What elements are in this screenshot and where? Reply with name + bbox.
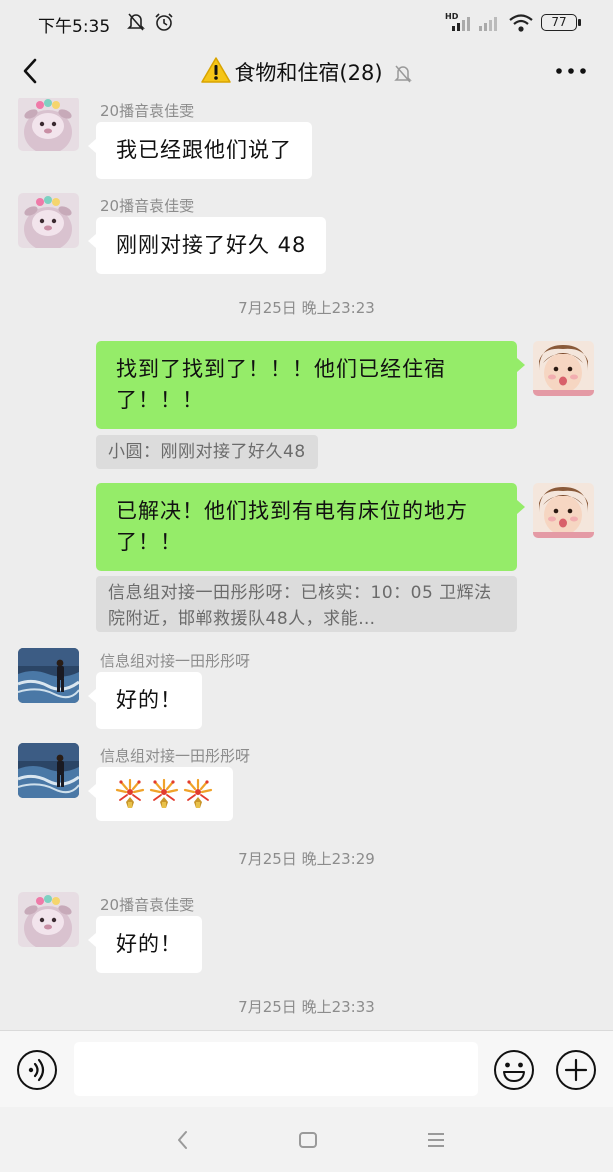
sender-name: 20播音袁佳雯 <box>100 197 195 215</box>
plus-icon[interactable] <box>555 1049 597 1091</box>
quoted-message[interactable]: 小圆：刚刚对接了好久48 <box>96 435 318 469</box>
nav-home-icon[interactable] <box>295 1127 321 1153</box>
signal-weak-icon <box>479 17 497 31</box>
timestamp: 7月25日 晚上23:29 <box>238 850 375 868</box>
more-dots-icon[interactable] <box>551 56 591 86</box>
system-nav-bar <box>0 1107 613 1172</box>
status-bar: 下午5:35 HD 77 <box>0 0 613 46</box>
sheep-avatar[interactable] <box>18 892 79 947</box>
alarm-icon <box>155 13 173 31</box>
beach-avatar[interactable] <box>18 648 79 703</box>
status-time: 下午5:35 <box>38 17 111 37</box>
child-avatar[interactable] <box>533 341 594 396</box>
nav-menu-icon[interactable] <box>423 1127 449 1153</box>
mute-bell-icon <box>127 13 145 31</box>
sheep-avatar[interactable] <box>18 193 79 248</box>
message-bubble[interactable]: 已解决！他们找到有电有床位的地方了！！ <box>96 483 525 571</box>
sender-name: 20播音袁佳雯 <box>100 102 195 120</box>
warning-icon <box>201 57 232 83</box>
sender-name: 信息组对接一田彤彤呀 <box>100 652 251 670</box>
firework-icon <box>182 778 214 810</box>
timestamp: 7月25日 晚上23:33 <box>238 998 375 1016</box>
chat-header: 食物和住宿(28) <box>0 46 613 98</box>
child-avatar[interactable] <box>533 483 594 538</box>
quoted-message[interactable]: 信息组对接一田彤彤呀：已核实：10：05 卫辉法院附近，邯郸救援队48人，求能… <box>96 576 517 632</box>
message-input[interactable] <box>74 1042 478 1096</box>
voice-icon[interactable] <box>16 1049 58 1091</box>
input-bar <box>0 1030 613 1107</box>
battery-level: 77 <box>551 15 567 29</box>
sender-name: 20播音袁佳雯 <box>100 896 195 914</box>
nav-back-icon[interactable] <box>170 1127 196 1153</box>
sheep-avatar[interactable] <box>18 98 79 151</box>
firework-icon <box>148 778 180 810</box>
battery-cap <box>578 19 581 26</box>
wifi-icon <box>509 14 533 32</box>
chat-title-wrap: 食物和住宿(28) <box>0 56 613 87</box>
timestamp: 7月25日 晚上23:23 <box>238 299 375 317</box>
chat-messages[interactable]: 20播音袁佳雯 我已经跟他们说了 20播音袁佳雯 刚刚对接了好久 48 7月25… <box>0 98 613 1030</box>
message-bubble[interactable] <box>88 767 233 821</box>
message-bubble[interactable]: 好的！ <box>88 916 202 973</box>
signal-icon <box>452 17 470 31</box>
battery-icon: 77 <box>541 14 577 31</box>
firework-icon <box>114 778 146 810</box>
message-bubble[interactable]: 找到了找到了！！！他们已经住宿了！！！ <box>96 341 525 429</box>
message-bubble[interactable]: 好的！ <box>88 672 202 729</box>
message-bubble[interactable]: 刚刚对接了好久 48 <box>87 217 327 274</box>
emoji-icon[interactable] <box>493 1049 535 1091</box>
chat-title: 食物和住宿(28) <box>234 61 383 85</box>
message-bubble[interactable]: 我已经跟他们说了 <box>88 122 312 179</box>
beach-avatar[interactable] <box>18 743 79 798</box>
sender-name: 信息组对接一田彤彤呀 <box>100 747 251 765</box>
muted-bell-icon <box>393 65 412 83</box>
